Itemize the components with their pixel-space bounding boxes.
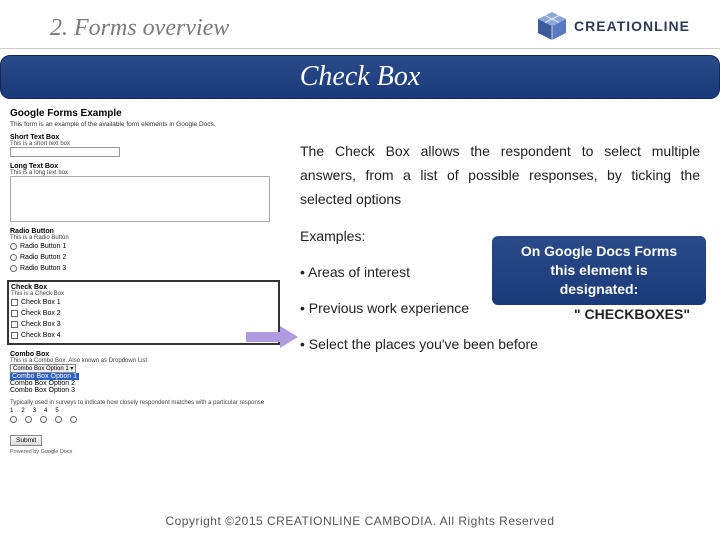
form-description: This form is an example of the available… (10, 121, 280, 128)
radio-icon (10, 265, 17, 272)
checkbox-option[interactable]: Check Box 1 (11, 297, 276, 308)
combo-label: Combo Box (10, 351, 280, 358)
radio-label: Radio Button (10, 228, 280, 235)
radio-option-label: Radio Button 1 (20, 241, 66, 252)
scale-num[interactable]: 2 (21, 408, 24, 414)
list-item: • Select the places you've been before (300, 333, 700, 357)
scale-row: 1 2 3 4 5 (10, 408, 280, 414)
combo-option[interactable]: Combo Box Option 3 (10, 387, 280, 394)
scale-help: Typically used in surveys to indicate ho… (10, 400, 280, 406)
radio-icon[interactable] (10, 416, 17, 423)
radio-icon[interactable] (40, 416, 47, 423)
long-text-section: Long Text Box This is a long text box (10, 163, 280, 222)
callout-box: On Google Docs Forms this element is des… (492, 236, 706, 305)
checkbox-option-label: Check Box 1 (21, 297, 61, 308)
checkbox-icon (11, 332, 18, 339)
callout-line: designated: (500, 280, 698, 299)
short-text-input[interactable] (10, 147, 120, 157)
checkbox-option-label: Check Box 4 (21, 330, 61, 341)
scale-num[interactable]: 5 (55, 408, 58, 414)
checkbox-icon (11, 321, 18, 328)
page-title: Check Box (300, 61, 421, 93)
long-text-input[interactable] (10, 176, 270, 222)
long-text-label: Long Text Box (10, 163, 280, 170)
short-text-help: This is a short text box (10, 141, 280, 147)
radio-icon[interactable] (55, 416, 62, 423)
checkbox-icon (11, 299, 18, 306)
radio-option[interactable]: Radio Button 1 (10, 241, 280, 252)
footer-copyright: Copyright ©2015 CREATIONLINE CAMBODIA. A… (0, 514, 720, 528)
combo-section: Combo Box This is a Combo Box. Also know… (10, 351, 280, 394)
checkbox-icon (11, 310, 18, 317)
scale-num[interactable]: 3 (33, 408, 36, 414)
brand-name: CREATIONLINE (574, 18, 690, 34)
header-divider (0, 48, 720, 49)
cube-icon (536, 10, 568, 42)
form-screenshot: Google Forms Example This form is an exa… (10, 108, 280, 455)
powered-by: Powered by Google Docs (10, 449, 280, 455)
callout-line: this element is (500, 261, 698, 280)
title-bar: Check Box (0, 55, 720, 99)
checkbox-option-label: Check Box 2 (21, 308, 61, 319)
checkbox-option[interactable]: Check Box 4 (11, 330, 276, 341)
radio-section: Radio Button This is a Radio Button Radi… (10, 228, 280, 274)
radio-icon[interactable] (25, 416, 32, 423)
radio-option[interactable]: Radio Button 2 (10, 252, 280, 263)
callout-line: On Google Docs Forms (500, 242, 698, 261)
submit-button[interactable]: Submit (10, 435, 42, 446)
scale-num[interactable]: 1 (10, 408, 13, 414)
radio-icon (10, 254, 17, 261)
section-title: 2. Forms overview (50, 15, 229, 42)
checkbox-label: Check Box (11, 284, 276, 291)
callout-value: " CHECKBOXES" (574, 306, 690, 322)
slide-header: 2. Forms overview CREATIONLINE (50, 10, 690, 42)
intro-text: The Check Box allows the respondent to s… (300, 140, 700, 211)
radio-option[interactable]: Radio Button 3 (10, 263, 280, 274)
checkbox-option[interactable]: Check Box 2 (11, 308, 276, 319)
short-text-section: Short Text Box This is a short text box (10, 134, 280, 157)
radio-option-label: Radio Button 2 (20, 252, 66, 263)
checkbox-option-label: Check Box 3 (21, 319, 61, 330)
checkbox-section: Check Box This is a Check Box Check Box … (7, 280, 280, 345)
short-text-label: Short Text Box (10, 134, 280, 141)
radio-icon (10, 243, 17, 250)
radio-option-label: Radio Button 3 (20, 263, 66, 274)
radio-icon[interactable] (70, 416, 77, 423)
checkbox-option[interactable]: Check Box 3 (11, 319, 276, 330)
scale-section: Typically used in surveys to indicate ho… (10, 400, 280, 423)
arrow-icon (246, 326, 298, 348)
brand-logo: CREATIONLINE (536, 10, 690, 42)
combo-option[interactable]: Combo Box Option 1 (10, 373, 79, 380)
combo-select[interactable]: Combo Box Option 1 ▾ (10, 364, 76, 373)
combo-option[interactable]: Combo Box Option 2 (10, 380, 280, 387)
form-title: Google Forms Example (10, 108, 280, 119)
scale-num[interactable]: 4 (44, 408, 47, 414)
